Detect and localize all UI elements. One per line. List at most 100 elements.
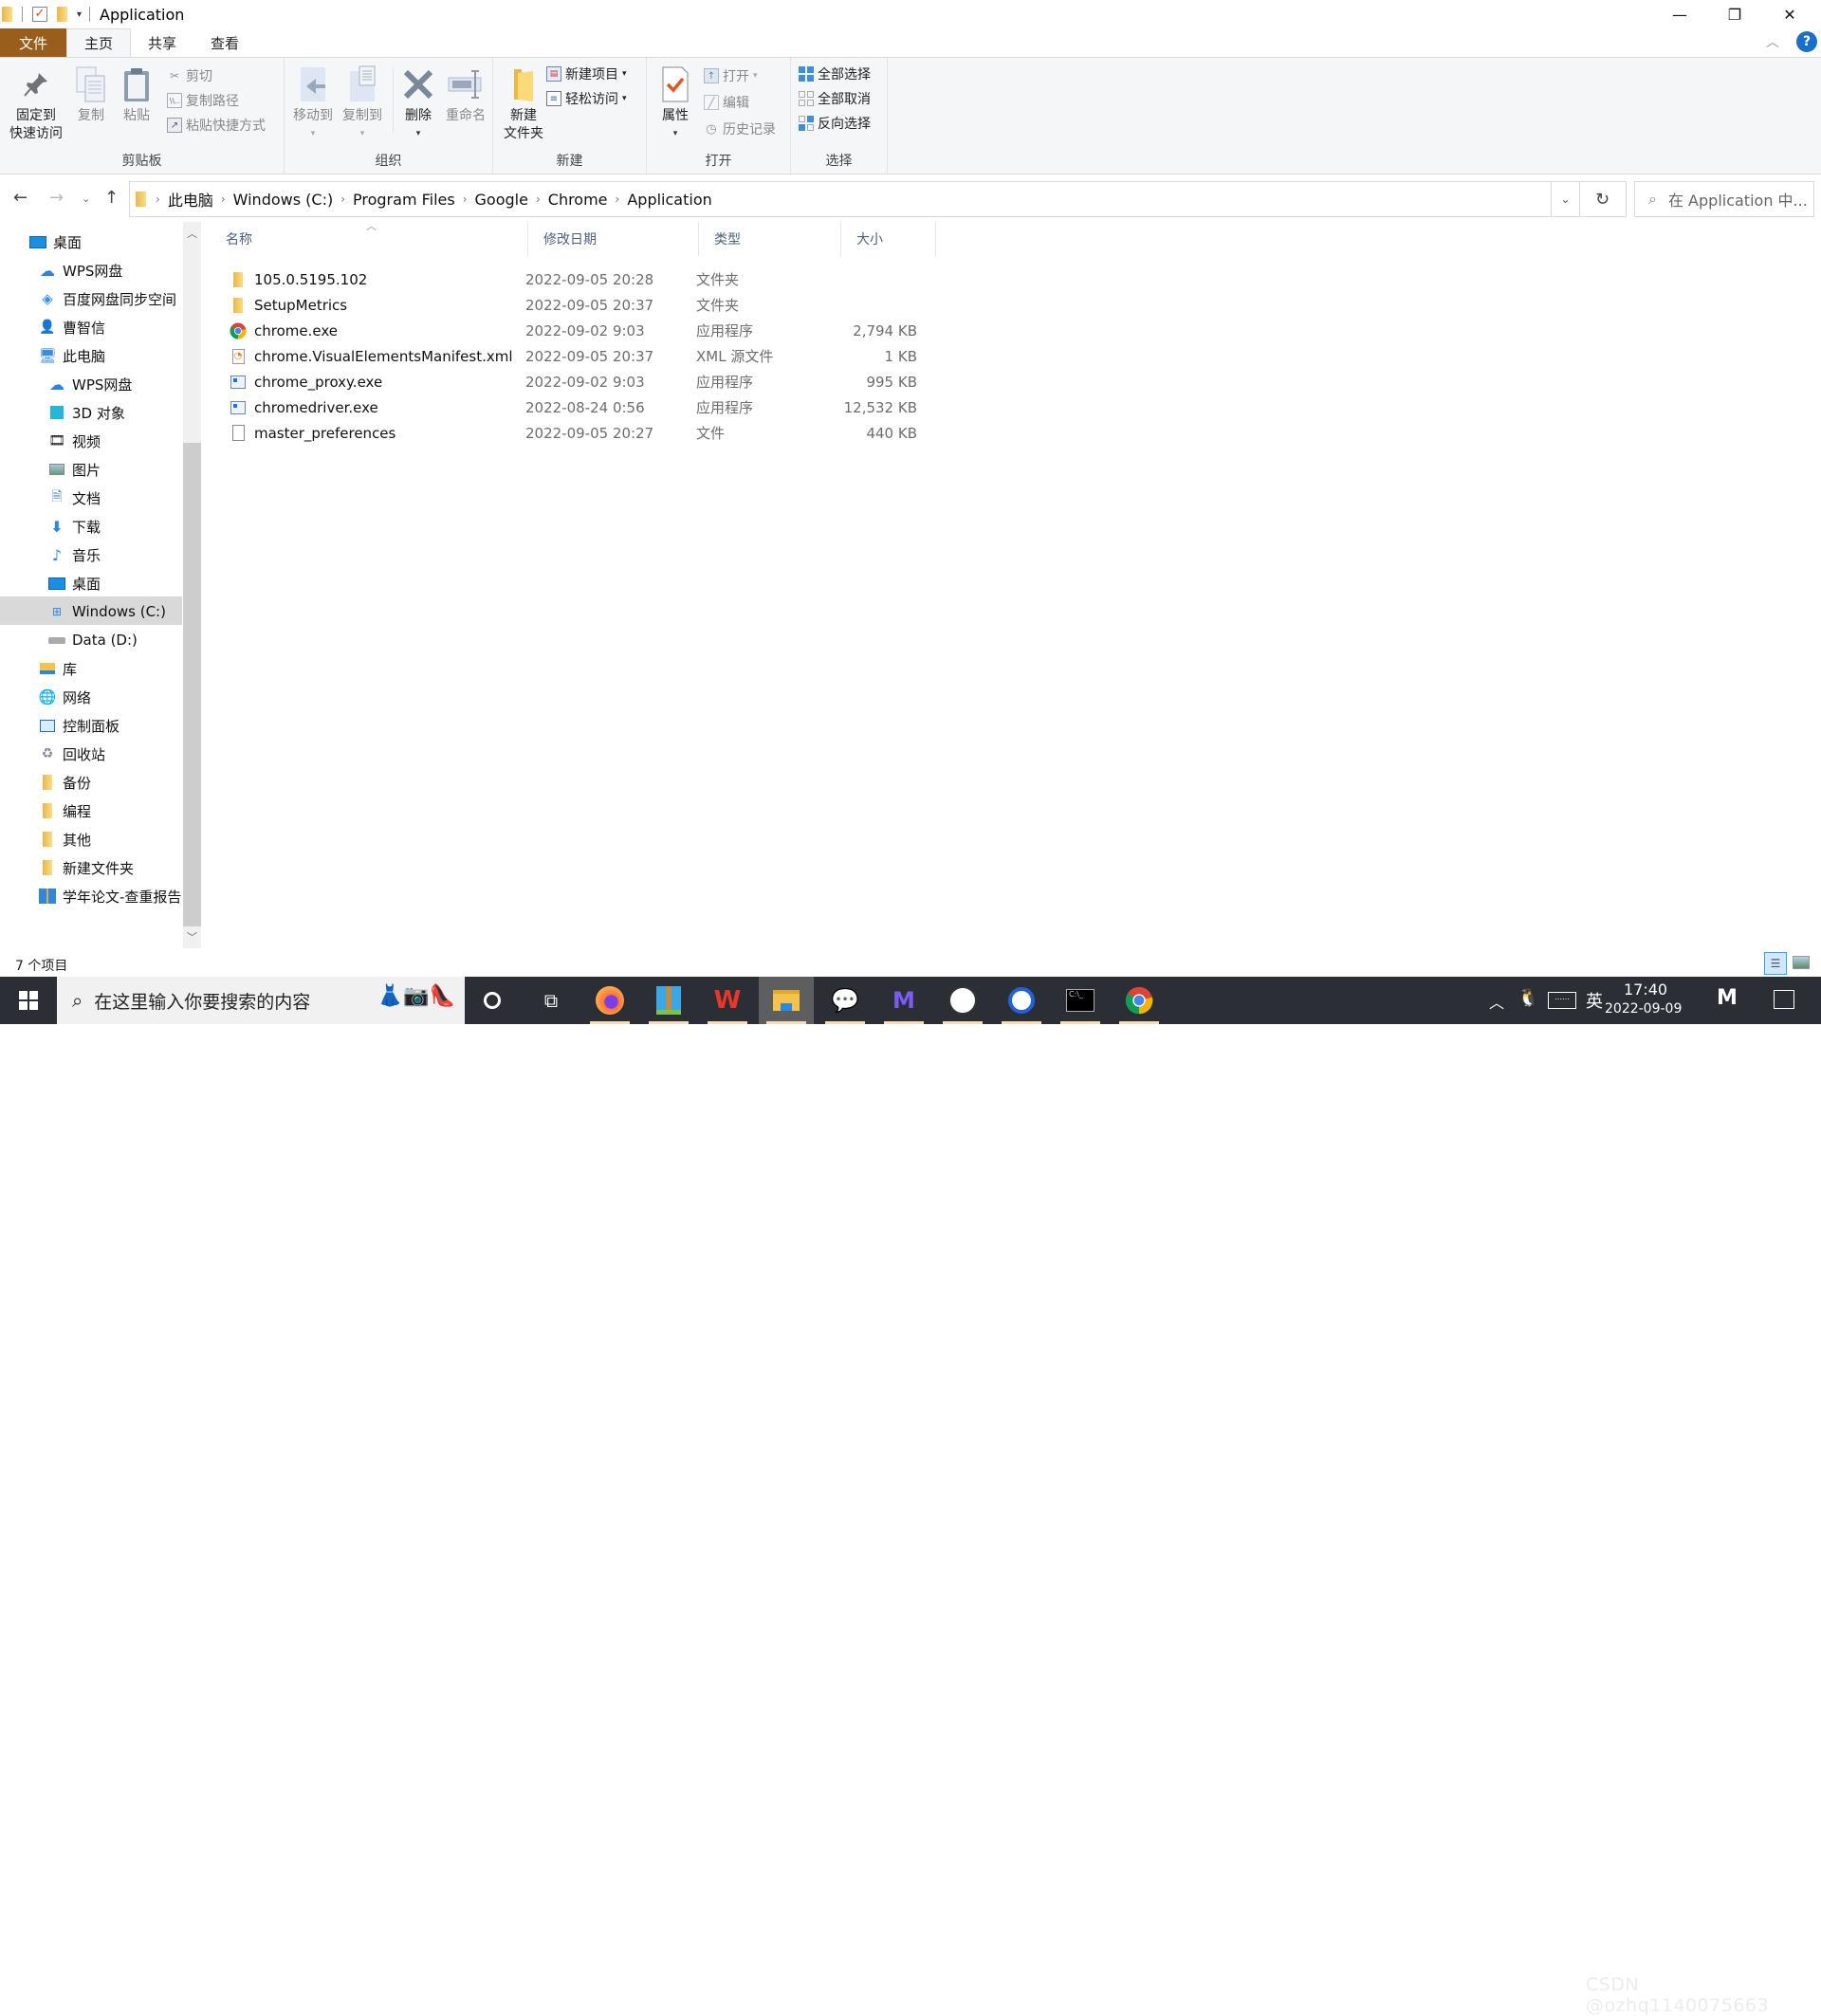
large-icons-view-button[interactable]: [1793, 956, 1810, 969]
nav-item[interactable]: ⬇ 下载: [47, 512, 101, 541]
nav-item[interactable]: 备份: [38, 768, 91, 797]
open-button[interactable]: ↑ 打开 ▾: [704, 65, 758, 86]
taskbar-app-chrome[interactable]: [1112, 977, 1167, 1024]
file-row[interactable]: chrome.exe 2022-09-02 9:03 应用程序 2,794 KB: [220, 318, 1150, 343]
nav-scrollbar-thumb[interactable]: [183, 443, 201, 926]
nav-item[interactable]: 新建文件夹: [38, 853, 134, 882]
nav-item[interactable]: ◈ 百度网盘同步空间: [38, 284, 176, 313]
up-button[interactable]: ↑: [104, 188, 119, 208]
nav-item[interactable]: 🌐 网络: [38, 683, 91, 711]
taskbar-app-wps-office[interactable]: W: [700, 977, 755, 1024]
details-view-button[interactable]: ☰: [1764, 952, 1787, 975]
scroll-down-arrow[interactable]: ﹀: [187, 929, 197, 944]
select-none-button[interactable]: 全部取消: [799, 88, 871, 109]
edit-button[interactable]: ╱ 编辑: [704, 92, 749, 113]
paste-shortcut-button[interactable]: ↗ 粘贴快捷方式: [167, 115, 266, 136]
file-row[interactable]: 105.0.5195.102 2022-09-05 20:28 文件夹: [220, 266, 1150, 292]
search-box[interactable]: ⌕ 在 Application 中...: [1634, 181, 1814, 217]
nav-item[interactable]: 控制面板: [38, 711, 120, 740]
forward-button[interactable]: →: [49, 188, 64, 208]
collapse-ribbon-icon[interactable]: ︿: [1766, 32, 1779, 51]
tab-file[interactable]: 文件: [0, 28, 66, 57]
column-header-date[interactable]: 修改日期: [528, 222, 699, 256]
file-row[interactable]: ◔ chrome.VisualElementsManifest.xml 2022-0…: [220, 343, 1150, 369]
properties-button[interactable]: 属性 ▾: [651, 64, 700, 143]
ime-indicator[interactable]: 英: [1586, 988, 1603, 1013]
nav-item[interactable]: 3D 对象: [47, 398, 125, 427]
task-view-button[interactable]: ⧉: [524, 977, 579, 1024]
rename-button[interactable]: 重命名: [440, 64, 491, 125]
nav-item[interactable]: Data (D:): [47, 626, 138, 654]
copy-path-button[interactable]: \\.. 复制路径: [167, 90, 239, 111]
cortana-button[interactable]: [465, 977, 520, 1024]
invert-selection-button[interactable]: 反向选择: [799, 113, 871, 134]
new-folder-qat-icon[interactable]: [57, 7, 67, 22]
taskbar-app-file-explorer[interactable]: [759, 977, 814, 1024]
taskbar-app-app-purple[interactable]: M: [876, 977, 931, 1024]
breadcrumb-program-files[interactable]: Program Files: [353, 191, 455, 209]
nav-item[interactable]: 图片: [47, 455, 101, 484]
taskbar-app-avatar-app[interactable]: [935, 977, 990, 1024]
copy-to-button[interactable]: 复制到 ▾: [338, 64, 387, 143]
nav-item[interactable]: 🖥 此电脑: [38, 341, 105, 370]
clock-time[interactable]: 17:40: [1624, 981, 1667, 999]
customize-qat-icon[interactable]: ▾: [77, 9, 82, 20]
clock-date[interactable]: 2022-09-09: [1605, 1001, 1682, 1017]
close-button[interactable]: ✕: [1762, 0, 1817, 28]
nav-item[interactable]: 编程: [38, 797, 91, 825]
help-icon[interactable]: ?: [1796, 31, 1817, 52]
nav-item[interactable]: 桌面: [47, 569, 101, 597]
pin-quick-access-button[interactable]: 固定到 快速访问: [6, 64, 66, 143]
copy-button[interactable]: 复制: [70, 64, 112, 125]
nav-item[interactable]: ♻ 回收站: [38, 740, 105, 768]
nav-item[interactable]: ☁ WPS网盘: [38, 256, 122, 284]
taskbar-app-terminal[interactable]: C:\_: [1053, 977, 1108, 1024]
minimize-button[interactable]: —: [1652, 0, 1707, 28]
show-hidden-icons-button[interactable]: ︿: [1489, 990, 1504, 1013]
cut-button[interactable]: ✂ 剪切: [167, 65, 212, 86]
properties-qat-icon[interactable]: ✓: [32, 7, 47, 22]
nav-scrollbar[interactable]: ︿ ﹀: [183, 222, 201, 948]
nav-item[interactable]: ⊞ Windows (C:): [47, 597, 166, 626]
select-all-button[interactable]: 全部选择: [799, 64, 871, 84]
nav-item[interactable]: 桌面: [28, 228, 82, 256]
move-to-button[interactable]: 移动到 ▾: [288, 64, 338, 143]
taskbar-app-winrar[interactable]: [641, 977, 696, 1024]
nav-item[interactable]: 🎞 视频: [47, 427, 101, 455]
scroll-up-arrow[interactable]: ︿: [187, 226, 197, 241]
column-header-type[interactable]: 类型: [699, 222, 841, 256]
keyboard-icon[interactable]: ⋯⋯: [1548, 992, 1576, 1009]
paste-button[interactable]: 粘贴: [116, 64, 157, 125]
restore-button[interactable]: ❐: [1707, 0, 1762, 28]
nav-item[interactable]: ☁ WPS网盘: [47, 370, 132, 398]
taskbar-app-app-blue[interactable]: [994, 977, 1049, 1024]
tab-home[interactable]: 主页: [66, 28, 132, 57]
breadcrumb-application[interactable]: Application: [627, 191, 711, 209]
taskbar-search-box[interactable]: ⌕ 在这里输入你要搜索的内容 👗📷👠: [57, 977, 465, 1024]
nav-item[interactable]: 🗎 文档: [47, 484, 101, 512]
nav-item[interactable]: 库: [38, 654, 77, 683]
column-header-name[interactable]: 名称: [211, 222, 528, 256]
breadcrumb-chrome[interactable]: Chrome: [548, 191, 608, 209]
tab-share[interactable]: 共享: [131, 28, 193, 57]
file-row[interactable]: chrome_proxy.exe 2022-09-02 9:03 应用程序 995 K…: [220, 369, 1150, 394]
file-row[interactable]: master_preferences 2022-09-05 20:27 文件 440 …: [220, 420, 1150, 446]
refresh-button[interactable]: ↻: [1579, 181, 1627, 217]
easy-access-button[interactable]: ≡ 轻松访问 ▾: [546, 88, 627, 109]
new-item-button[interactable]: ▤ 新建项目 ▾: [546, 64, 627, 84]
breadcrumb-windows-c[interactable]: Windows (C:): [233, 191, 334, 209]
column-header-size[interactable]: 大小: [841, 222, 936, 256]
delete-button[interactable]: 删除 ▾: [396, 64, 440, 143]
taskbar-app-firefox[interactable]: [582, 977, 637, 1024]
back-button[interactable]: ←: [13, 188, 28, 208]
nav-item[interactable]: 学年论文-查重报告: [38, 882, 181, 910]
address-bar[interactable]: › 此电脑 › Windows (C:) › Program Files › G…: [129, 181, 1552, 217]
address-history-dropdown[interactable]: ⌄: [1552, 181, 1580, 217]
history-button[interactable]: ◷ 历史记录: [704, 119, 776, 139]
file-row[interactable]: SetupMetrics 2022-09-05 20:37 文件夹: [220, 292, 1150, 318]
action-center-icon[interactable]: [1774, 990, 1794, 1009]
tab-view[interactable]: 查看: [193, 28, 256, 57]
app-m-icon[interactable]: M: [1717, 986, 1738, 1010]
file-row[interactable]: chromedriver.exe 2022-08-24 0:56 应用程序 12,53…: [220, 394, 1150, 420]
breadcrumb-this-pc[interactable]: 此电脑: [168, 188, 213, 211]
